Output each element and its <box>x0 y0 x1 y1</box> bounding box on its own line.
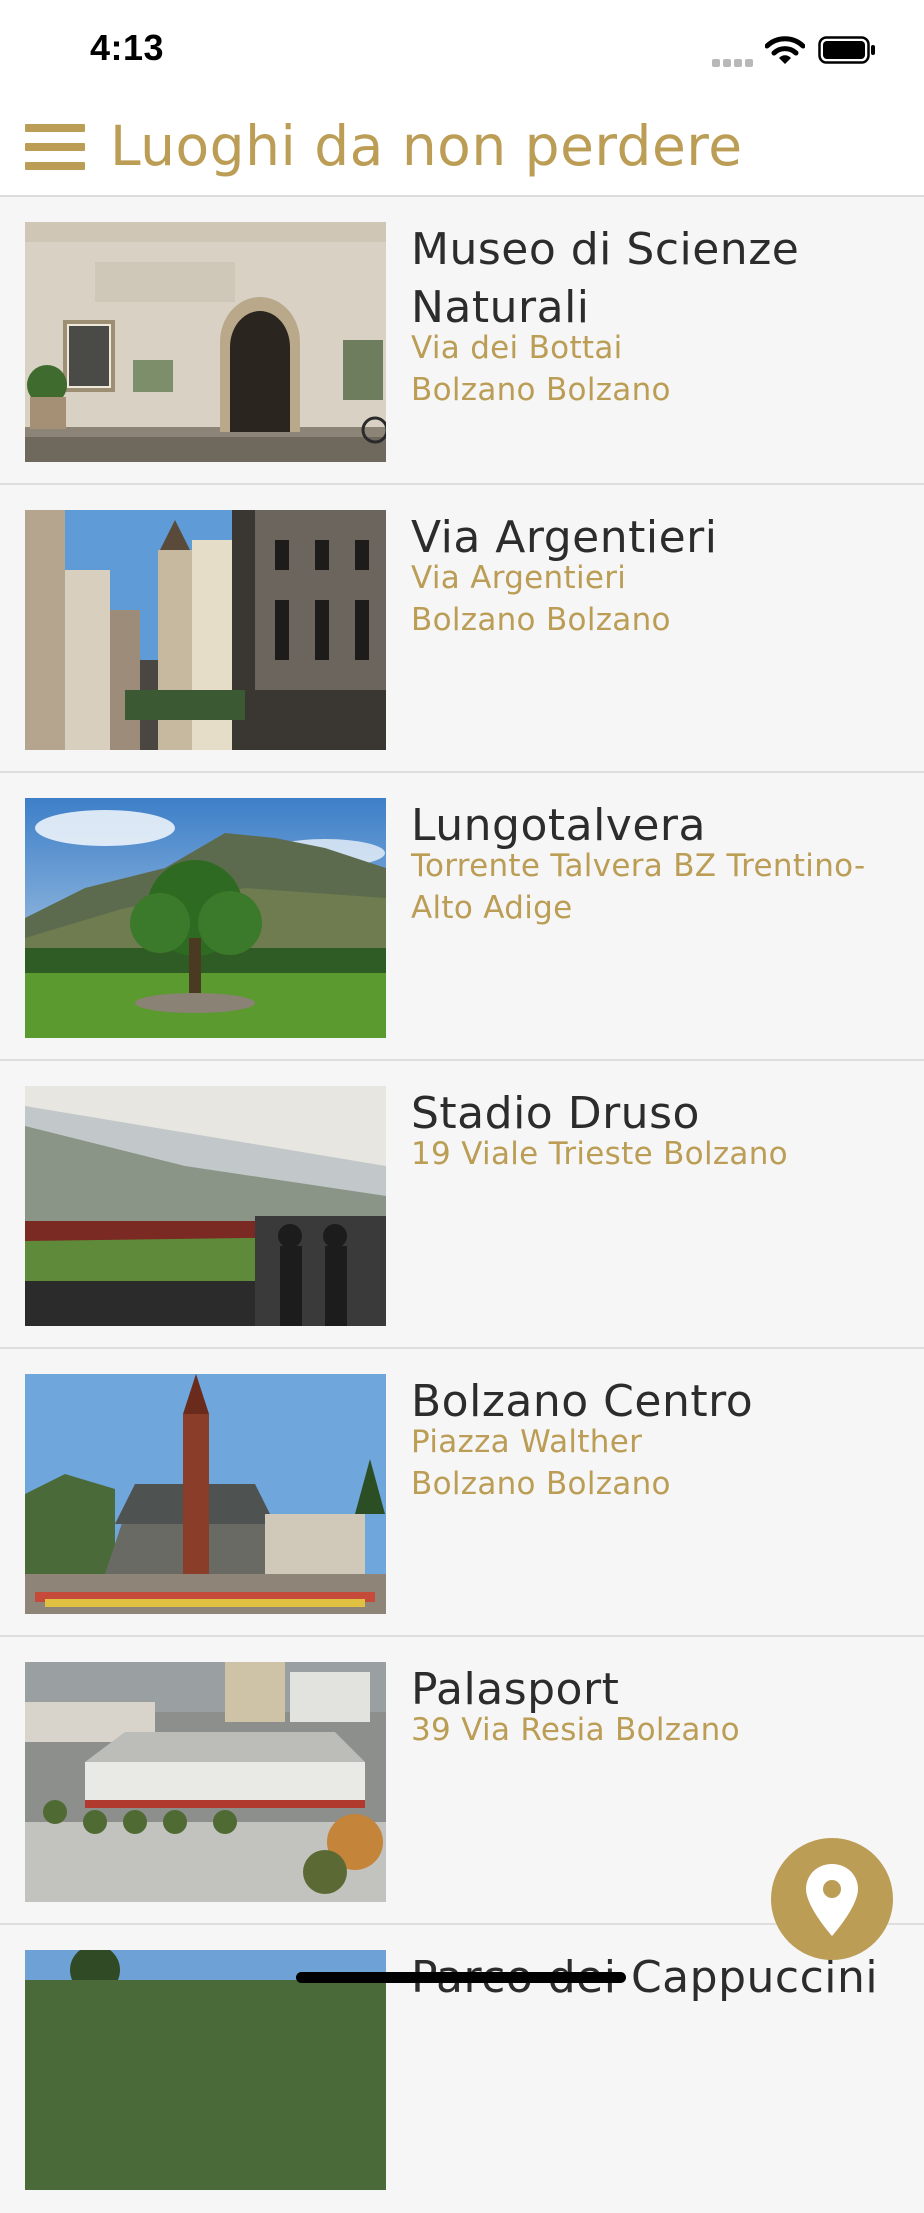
address-line: Bolzano Bolzano <box>411 1466 671 1502</box>
place-thumbnail <box>25 1374 386 1614</box>
status-time: 4:13 <box>90 27 165 68</box>
address-line: Bolzano Bolzano <box>411 602 671 638</box>
place-address: Torrente Talvera BZ Trentino-Alto Adige <box>411 845 901 929</box>
map-pin-icon <box>806 1864 858 1936</box>
address-line: 19 Viale Trieste Bolzano <box>411 1136 788 1172</box>
address-line: Via Argentieri <box>411 560 627 596</box>
map-button[interactable] <box>771 1838 893 1960</box>
home-indicator <box>296 1972 626 1983</box>
place-thumbnail <box>25 510 386 750</box>
list-item[interactable]: Bolzano Centro Piazza Walther Bolzano Bo… <box>0 1349 924 1637</box>
app-header: Luoghi da non perdere <box>0 100 924 197</box>
place-address: Piazza Walther Bolzano Bolzano <box>411 1421 901 1505</box>
address-line: Bolzano Bolzano <box>411 372 671 408</box>
place-address: 19 Viale Trieste Bolzano <box>411 1133 901 1175</box>
battery-icon <box>818 36 875 64</box>
signal-icon <box>712 52 756 67</box>
address-line: Torrente Talvera BZ Trentino-Alto Adige <box>411 848 866 926</box>
place-thumbnail <box>25 1086 386 1326</box>
place-name: Museo di Scienze Naturali <box>411 224 800 333</box>
place-address: Via dei Bottai Bolzano Bolzano <box>411 327 901 411</box>
list-item[interactable]: Via Argentieri Via Argentieri Bolzano Bo… <box>0 485 924 773</box>
list-item[interactable]: Lungotalvera Torrente Talvera BZ Trentin… <box>0 773 924 1061</box>
list-item[interactable]: Museo di Scienze Naturali Via dei Bottai… <box>0 197 924 485</box>
list-item[interactable]: Parco dei Cappuccini <box>0 1925 924 2213</box>
wifi-icon <box>765 36 805 64</box>
address-line: 39 Via Resia Bolzano <box>411 1712 740 1748</box>
place-address: Via Argentieri Bolzano Bolzano <box>411 557 901 641</box>
address-line: Via dei Bottai <box>411 330 623 366</box>
status-bar: 4:13 <box>0 0 924 100</box>
list-item[interactable]: Stadio Druso 19 Viale Trieste Bolzano <box>0 1061 924 1349</box>
place-thumbnail <box>25 1662 386 1902</box>
menu-icon[interactable] <box>25 124 85 170</box>
place-thumbnail <box>25 798 386 1038</box>
place-thumbnail <box>25 222 386 462</box>
address-line: Piazza Walther <box>411 1424 643 1460</box>
page-title: Luoghi da non perdere <box>110 114 743 178</box>
place-thumbnail <box>25 1950 386 2190</box>
place-address: 39 Via Resia Bolzano <box>411 1709 901 1751</box>
